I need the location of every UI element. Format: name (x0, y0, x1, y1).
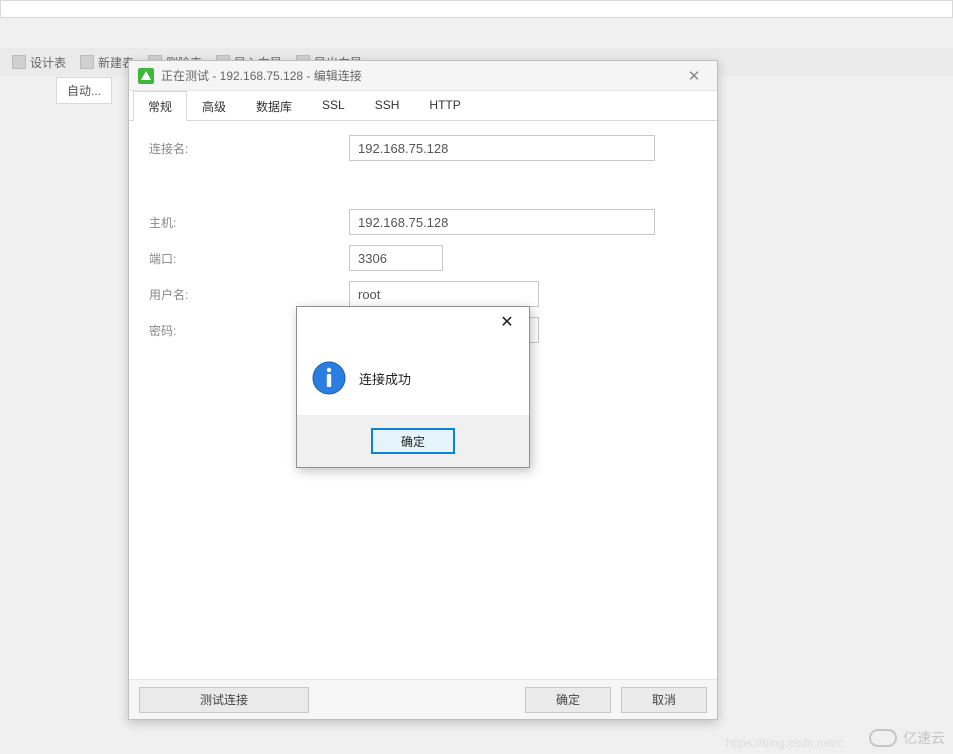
msgbox-close-button[interactable]: ✕ (487, 308, 527, 336)
port-input[interactable] (349, 245, 443, 271)
watermark-url: https://blog.csdn.net/c (726, 736, 843, 750)
new-table-icon (80, 55, 94, 69)
cloud-icon (869, 729, 897, 747)
ok-button[interactable]: 确定 (525, 687, 611, 713)
background-input-strip (0, 0, 953, 18)
dialog-titlebar: 正在测试 - 192.168.75.128 - 编辑连接 ✕ (129, 61, 717, 91)
tab-general[interactable]: 常规 (133, 91, 187, 121)
port-label: 端口: (149, 250, 349, 267)
dialog-close-button[interactable]: ✕ (679, 61, 709, 91)
msgbox-footer: 确定 (297, 415, 529, 467)
host-input[interactable] (349, 209, 655, 235)
tab-auto[interactable]: 自动... (56, 77, 112, 104)
msgbox-message: 连接成功 (359, 369, 411, 388)
test-connection-button[interactable]: 测试连接 (139, 687, 309, 713)
watermark-text: 亿速云 (903, 728, 945, 748)
close-icon: ✕ (500, 312, 513, 332)
background-tab-strip: 自动... (56, 78, 111, 102)
info-icon (311, 360, 347, 396)
msgbox-body: 连接成功 (297, 337, 529, 415)
tab-ssl[interactable]: SSL (307, 91, 360, 121)
msgbox-titlebar: ✕ (297, 307, 529, 337)
host-label: 主机: (149, 214, 349, 231)
tab-database[interactable]: 数据库 (241, 91, 307, 121)
cancel-button[interactable]: 取消 (621, 687, 707, 713)
toolbar-item-new[interactable]: 新建表 (80, 54, 134, 71)
toolbar-item-design[interactable]: 设计表 (12, 54, 66, 71)
conn-name-input[interactable] (349, 135, 655, 161)
dialog-footer: 测试连接 确定 取消 (129, 679, 717, 719)
app-icon (137, 67, 155, 85)
tab-ssh[interactable]: SSH (360, 91, 415, 121)
user-input[interactable] (349, 281, 539, 307)
user-label: 用户名: (149, 286, 349, 303)
tab-http[interactable]: HTTP (414, 91, 475, 121)
dialog-title: 正在测试 - 192.168.75.128 - 编辑连接 (161, 67, 362, 84)
design-table-icon (12, 55, 26, 69)
close-icon: ✕ (688, 67, 701, 85)
tab-advanced[interactable]: 高级 (187, 91, 241, 121)
conn-name-label: 连接名: (149, 140, 349, 157)
watermark: 亿速云 (869, 728, 945, 748)
dialog-tabs: 常规 高级 数据库 SSL SSH HTTP (129, 91, 717, 121)
msgbox-ok-button[interactable]: 确定 (371, 428, 455, 454)
message-box: ✕ 连接成功 确定 (296, 306, 530, 468)
